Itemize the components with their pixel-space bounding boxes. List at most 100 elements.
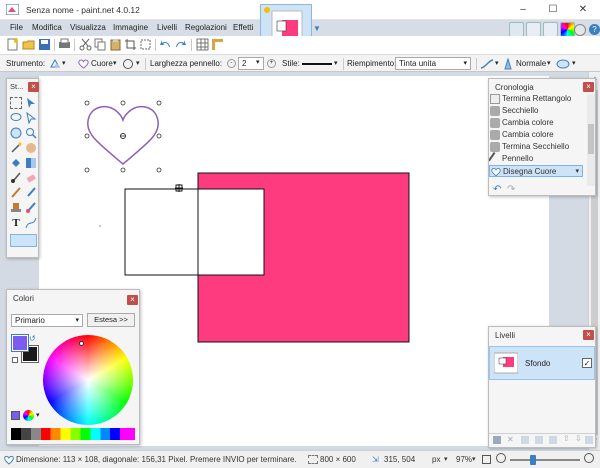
menu-effetti[interactable]: Effetti: [233, 23, 253, 32]
antialiasing-icon[interactable]: [480, 58, 494, 70]
copy-icon[interactable]: [94, 38, 107, 51]
ellipse-select-tool-icon[interactable]: [10, 127, 22, 139]
gradient-tool-icon[interactable]: [25, 157, 37, 169]
pan-tool-icon[interactable]: [25, 142, 37, 154]
brush-width-decrease-icon[interactable]: -: [227, 59, 236, 68]
history-scroll-thumb[interactable]: [588, 124, 594, 154]
history-item[interactable]: Cambia colore: [489, 129, 583, 141]
brush-width-increase-icon[interactable]: +: [267, 59, 276, 68]
close-button[interactable]: ✕: [576, 3, 590, 17]
minimize-button[interactable]: –: [516, 3, 530, 17]
alpha-selection-icon[interactable]: [556, 58, 570, 70]
color-mode-select[interactable]: Primario ▾: [11, 314, 83, 327]
history-item[interactable]: Secchiello: [489, 105, 583, 117]
paintbrush-tool-icon[interactable]: [10, 172, 22, 184]
menu-livelli[interactable]: Livelli: [157, 23, 177, 32]
blend-mode-select[interactable]: Normale: [516, 59, 546, 68]
tools-panel-close-icon[interactable]: ×: [28, 82, 39, 92]
zoom-tool-icon[interactable]: [25, 127, 37, 139]
maximize-button[interactable]: ☐: [546, 3, 560, 17]
alpha-dropdown-icon[interactable]: ▾: [572, 59, 576, 67]
history-item[interactable]: Cambia colore: [489, 117, 583, 129]
draw-type-dropdown-icon[interactable]: ▾: [136, 59, 140, 67]
extended-palette-button[interactable]: Estesa >>: [87, 313, 135, 327]
color-picker-tool-icon[interactable]: [25, 187, 37, 199]
menu-regolazioni[interactable]: Regolazioni: [185, 23, 227, 32]
palette-menu-icon[interactable]: [23, 410, 34, 421]
blend-mode-dropdown-icon[interactable]: ▾: [547, 59, 551, 67]
move-layer-down-icon[interactable]: ⇩: [575, 434, 582, 443]
colors-panel-toggle-icon[interactable]: [560, 22, 575, 37]
layer-visibility-checkbox[interactable]: ✓: [582, 358, 592, 368]
unit-dropdown-icon[interactable]: ▾: [444, 455, 448, 463]
history-undo-icon[interactable]: ↶: [493, 184, 501, 195]
settings-gear-icon[interactable]: [574, 24, 586, 36]
history-item[interactable]: Pennello: [489, 152, 583, 166]
shapes-tool-icon[interactable]: [49, 58, 61, 70]
zoom-level[interactable]: 97%: [456, 455, 472, 464]
unit-select[interactable]: px: [432, 455, 440, 464]
zoom-in-icon[interactable]: [584, 453, 594, 463]
blend-mode-icon[interactable]: [502, 58, 514, 70]
save-icon[interactable]: [38, 38, 51, 51]
move-selection-tool-icon[interactable]: [25, 112, 37, 124]
move-layer-up-icon[interactable]: ⇧: [563, 434, 570, 443]
line-style-dropdown-icon[interactable]: ▾: [334, 59, 338, 67]
palette-dropdown-icon[interactable]: ▾: [36, 411, 40, 419]
history-panel-close-icon[interactable]: ×: [583, 82, 594, 92]
history-item-selected[interactable]: Disegna Cuore ▾: [489, 165, 583, 177]
history-item[interactable]: Termina Rettangolo: [489, 94, 583, 105]
menu-file[interactable]: File: [10, 23, 23, 32]
help-icon[interactable]: ?: [589, 24, 600, 35]
antialiasing-dropdown-icon[interactable]: ▾: [495, 59, 499, 67]
tools-panel-toggle-icon[interactable]: [509, 22, 524, 37]
layer-properties-icon[interactable]: [549, 436, 557, 444]
open-folder-icon[interactable]: [22, 38, 35, 51]
tool-dropdown-icon[interactable]: ▾: [62, 59, 66, 67]
fill-mode-select[interactable]: Tinta unita ▾: [395, 57, 471, 70]
cut-icon[interactable]: [79, 38, 92, 51]
color-wheel-cursor[interactable]: [79, 341, 84, 346]
recolor-tool-icon[interactable]: [25, 202, 37, 214]
colors-panel-close-icon[interactable]: ×: [127, 295, 138, 305]
history-panel-toggle-icon[interactable]: [526, 22, 541, 37]
line-style-preview[interactable]: [302, 63, 332, 65]
new-file-icon[interactable]: [6, 38, 19, 51]
zoom-out-icon[interactable]: [496, 453, 506, 463]
pencil-tool-icon[interactable]: [10, 187, 22, 199]
delete-layer-icon[interactable]: ✕: [507, 435, 514, 444]
clone-stamp-tool-icon[interactable]: [10, 202, 22, 214]
zoom-slider-track[interactable]: [510, 455, 580, 465]
shape-type-select[interactable]: Cuore: [91, 59, 113, 68]
ruler-icon[interactable]: [211, 38, 224, 51]
history-item[interactable]: Termina Secchiello: [489, 141, 583, 153]
shapes-tool-icon-selected[interactable]: [10, 234, 37, 247]
grid-icon[interactable]: [196, 38, 209, 51]
zoom-dropdown-icon[interactable]: ▾: [472, 455, 476, 463]
paint-bucket-tool-icon[interactable]: [10, 157, 22, 169]
duplicate-layer-icon[interactable]: [521, 436, 529, 444]
color-palette-strip[interactable]: [11, 428, 135, 440]
move-selected-tool-icon[interactable]: [25, 97, 37, 109]
swap-colors-icon[interactable]: ↺: [29, 334, 36, 343]
print-icon[interactable]: [58, 38, 71, 51]
reset-colors-icon[interactable]: [12, 357, 18, 363]
crop-icon[interactable]: [124, 38, 137, 51]
shape-draw-type-icon[interactable]: [122, 58, 134, 70]
redo-icon[interactable]: [174, 38, 187, 51]
paste-icon[interactable]: [109, 38, 122, 51]
eraser-tool-icon[interactable]: [25, 172, 37, 184]
brush-width-dropdown-icon[interactable]: ▾: [256, 58, 260, 66]
primary-color-swatch[interactable]: [11, 334, 29, 352]
zoom-fit-icon[interactable]: [482, 455, 491, 464]
line-curve-tool-icon[interactable]: [25, 217, 37, 229]
add-layer-icon[interactable]: [493, 436, 501, 444]
layer-row[interactable]: Sfondo ✓: [489, 346, 595, 380]
zoom-slider-thumb[interactable]: [530, 455, 536, 465]
menu-visualizza[interactable]: Visualizza: [70, 23, 106, 32]
color-wheel[interactable]: [43, 335, 133, 425]
history-scrollbar[interactable]: [587, 94, 595, 186]
lasso-tool-icon[interactable]: [10, 112, 22, 124]
menu-immagine[interactable]: Immagine: [113, 23, 148, 32]
merge-layer-icon[interactable]: [535, 436, 543, 444]
